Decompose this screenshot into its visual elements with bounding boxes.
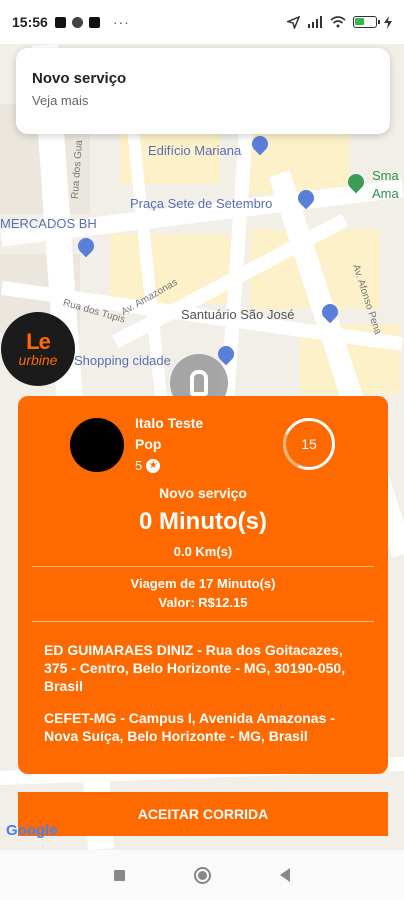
- origin-address: ED GUIMARAES DINIZ - Rua dos Goitacazes,…: [44, 642, 346, 694]
- system-nav-bar: [0, 850, 404, 900]
- poi-edificio-mariana[interactable]: Edifício Mariana: [148, 143, 241, 158]
- pickup-distance: 0.0 Km(s): [173, 544, 233, 559]
- logo-mark: Le: [26, 329, 51, 354]
- trip-price: Valor: R$12.15: [158, 595, 248, 610]
- passenger-avatar: [70, 418, 124, 472]
- new-service-notification[interactable]: Novo serviço Veja mais: [16, 48, 390, 134]
- battery-icon: [353, 16, 380, 28]
- notification-subtitle: Veja mais: [32, 93, 89, 108]
- poi-sma[interactable]: Sma: [372, 168, 399, 183]
- back-button[interactable]: [279, 868, 290, 882]
- charging-icon: [384, 15, 392, 29]
- ride-category: Pop: [135, 436, 162, 452]
- recent-apps-button[interactable]: [114, 869, 126, 881]
- poi-mercados-bh[interactable]: MERCADOS BH: [0, 216, 97, 231]
- destination-address: CEFET-MG - Campus I, Avenida Amazonas - …: [44, 710, 335, 744]
- pickup-minutes: 0 Minuto(s): [139, 508, 267, 535]
- status-bar: 15:56 ···: [0, 0, 404, 44]
- divider: [32, 566, 374, 567]
- person-icon: [190, 370, 208, 396]
- countdown-timer: 15: [283, 418, 335, 470]
- trip-duration: Viagem de 17 Minuto(s): [130, 576, 276, 591]
- passenger-rating: 5 ★: [135, 458, 161, 473]
- notification-app-icon-2: [88, 16, 100, 28]
- star-icon: ★: [146, 458, 161, 473]
- notification-title: Novo serviço: [32, 70, 127, 87]
- accept-ride-button[interactable]: ACEITAR CORRIDA: [18, 792, 388, 836]
- wifi-icon: [330, 16, 346, 28]
- logo-wordmark: urbine: [18, 352, 58, 368]
- rating-value: 5: [135, 458, 143, 473]
- more-notifications-icon: ···: [112, 14, 130, 30]
- sync-icon: [71, 16, 83, 28]
- poi-santuario[interactable]: Santuário São José: [181, 307, 294, 322]
- home-button[interactable]: [193, 866, 211, 884]
- divider: [32, 621, 374, 622]
- notification-app-icon: [54, 16, 66, 28]
- passenger-name: Italo Teste: [135, 415, 204, 431]
- google-logo: Google: [6, 822, 58, 839]
- status-indicators: [287, 15, 392, 29]
- status-time: 15:56: [12, 14, 48, 30]
- location-icon: [287, 15, 300, 29]
- signal-icon: [308, 16, 322, 28]
- poi-praca-sete[interactable]: Praça Sete de Setembro: [130, 196, 272, 211]
- request-header: Novo serviço: [159, 485, 247, 501]
- poi-shopping[interactable]: Shopping cidade: [74, 353, 171, 368]
- brand-logo: Le urbine: [1, 312, 75, 386]
- poi-ama[interactable]: Ama: [372, 186, 399, 201]
- ride-request-card: Italo Teste Pop 5 ★ 15 Novo serviço 0 Mi…: [18, 396, 388, 774]
